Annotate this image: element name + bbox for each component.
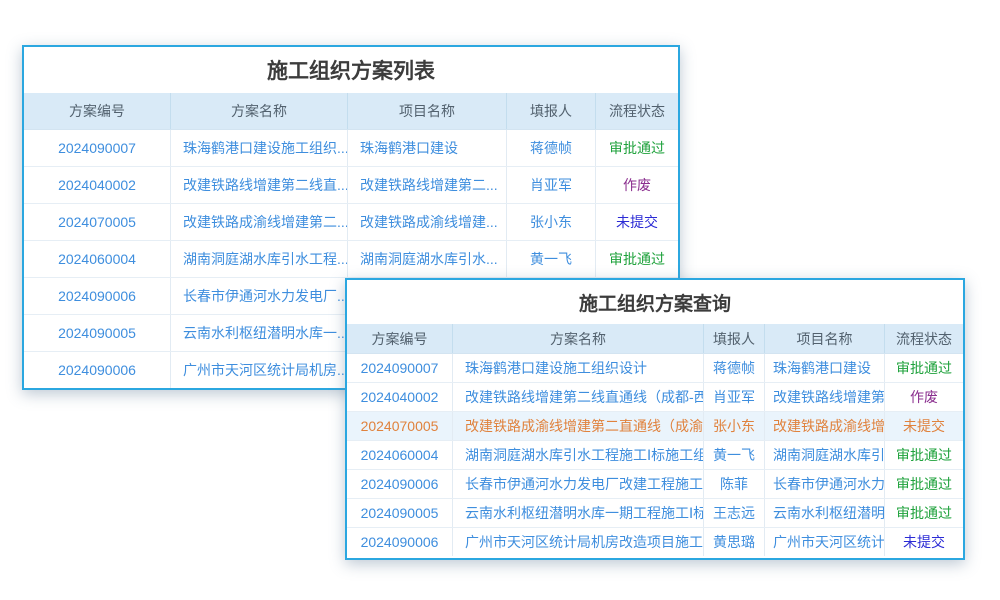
column-header-plan-name: 方案名称: [171, 93, 348, 129]
cell-name: 改建铁路线增建第二线直通线（成都-西安: [453, 383, 704, 411]
cell-id: 2024040002: [347, 383, 453, 411]
plan-list-title: 施工组织方案列表: [24, 47, 678, 93]
cell-name: 湖南洞庭湖水库引水工程施工Ⅰ标施工组织: [453, 441, 704, 469]
cell-id: 2024090007: [24, 130, 171, 166]
table-row[interactable]: 2024040002改建铁路线增建第二线直通线（成都-西安肖亚军改建铁路线增建第…: [347, 382, 963, 411]
cell-id: 2024090007: [347, 354, 453, 382]
cell-project: 广州市天河区统计局机: [765, 528, 885, 556]
cell-id: 2024090005: [24, 315, 171, 351]
cell-id: 2024090005: [347, 499, 453, 527]
cell-project: 云南水利枢纽潜明水库: [765, 499, 885, 527]
cell-status: 审批通过: [885, 470, 963, 498]
cell-person: 黄一飞: [507, 241, 596, 277]
cell-status: 审批通过: [596, 241, 678, 277]
cell-project: 改建铁路线增建第二...: [348, 167, 507, 203]
cell-name: 珠海鹤港口建设施工组织...: [171, 130, 348, 166]
cell-status: 审批通过: [885, 499, 963, 527]
cell-name: 长春市伊通河水力发电厂改建工程施工组织: [453, 470, 704, 498]
table-row[interactable]: 2024090007珠海鹤港口建设施工组织...珠海鹤港口建设蒋德帧审批通过: [24, 129, 678, 166]
column-header-status: 流程状态: [596, 93, 678, 129]
cell-status: 未提交: [885, 528, 963, 556]
table-row[interactable]: 2024090007珠海鹤港口建设施工组织设计蒋德帧珠海鹤港口建设审批通过: [347, 353, 963, 382]
cell-id: 2024070005: [347, 412, 453, 440]
plan-list-header-row: 方案编号 方案名称 项目名称 填报人 流程状态: [24, 93, 678, 129]
column-header-project-name: 项目名称: [765, 324, 885, 353]
table-row[interactable]: 2024090005云南水利枢纽潜明水库一期工程施工Ⅰ标施工王志远云南水利枢纽潜…: [347, 498, 963, 527]
cell-project: 改建铁路线增建第二线: [765, 383, 885, 411]
cell-person: 张小东: [704, 412, 765, 440]
cell-project: 湖南洞庭湖水库引水...: [348, 241, 507, 277]
cell-status: 审批通过: [885, 441, 963, 469]
cell-person: 蒋德帧: [507, 130, 596, 166]
cell-name: 改建铁路成渝线增建第二直通线（成渝枢纽: [453, 412, 704, 440]
column-header-plan-id: 方案编号: [347, 324, 453, 353]
table-row[interactable]: 2024070005改建铁路成渝线增建第二直通线（成渝枢纽张小东改建铁路成渝线增…: [347, 411, 963, 440]
table-row[interactable]: 2024040002改建铁路线增建第二线直...改建铁路线增建第二...肖亚军作…: [24, 166, 678, 203]
cell-project: 改建铁路成渝线增建第: [765, 412, 885, 440]
cell-name: 珠海鹤港口建设施工组织设计: [453, 354, 704, 382]
cell-name: 云南水利枢纽潜明水库一期工程施工Ⅰ标施工: [453, 499, 704, 527]
cell-status: 作废: [885, 383, 963, 411]
cell-status: 审批通过: [596, 130, 678, 166]
cell-name: 湖南洞庭湖水库引水工程...: [171, 241, 348, 277]
table-row[interactable]: 2024070005改建铁路成渝线增建第二...改建铁路成渝线增建...张小东未…: [24, 203, 678, 240]
column-header-reporter: 填报人: [507, 93, 596, 129]
column-header-reporter: 填报人: [704, 324, 765, 353]
cell-id: 2024070005: [24, 204, 171, 240]
cell-person: 黄思璐: [704, 528, 765, 556]
cell-id: 2024090006: [347, 528, 453, 556]
cell-person: 蒋德帧: [704, 354, 765, 382]
cell-project: 珠海鹤港口建设: [348, 130, 507, 166]
table-row[interactable]: 2024060004湖南洞庭湖水库引水工程...湖南洞庭湖水库引水...黄一飞审…: [24, 240, 678, 277]
cell-id: 2024060004: [24, 241, 171, 277]
cell-name: 改建铁路线增建第二线直...: [171, 167, 348, 203]
cell-person: 陈菲: [704, 470, 765, 498]
cell-status: 作废: [596, 167, 678, 203]
cell-person: 张小东: [507, 204, 596, 240]
cell-person: 黄一飞: [704, 441, 765, 469]
column-header-plan-id: 方案编号: [24, 93, 171, 129]
plan-query-body: 2024090007珠海鹤港口建设施工组织设计蒋德帧珠海鹤港口建设审批通过202…: [347, 353, 963, 556]
cell-id: 2024090006: [347, 470, 453, 498]
column-header-project-name: 项目名称: [348, 93, 507, 129]
cell-id: 2024060004: [347, 441, 453, 469]
cell-name: 广州市天河区统计局机房...: [171, 352, 348, 388]
plan-query-header-row: 方案编号 方案名称 填报人 项目名称 流程状态: [347, 324, 963, 353]
cell-person: 肖亚军: [507, 167, 596, 203]
cell-project: 珠海鹤港口建设: [765, 354, 885, 382]
cell-name: 广州市天河区统计局机房改造项目施工组织: [453, 528, 704, 556]
column-header-status: 流程状态: [885, 324, 963, 353]
plan-query-title: 施工组织方案查询: [347, 280, 963, 324]
plan-query-card: 施工组织方案查询 方案编号 方案名称 填报人 项目名称 流程状态 2024090…: [345, 278, 965, 560]
cell-name: 改建铁路成渝线增建第二...: [171, 204, 348, 240]
cell-project: 长春市伊通河水力发电: [765, 470, 885, 498]
cell-id: 2024040002: [24, 167, 171, 203]
cell-name: 长春市伊通河水力发电厂...: [171, 278, 348, 314]
cell-id: 2024090006: [24, 278, 171, 314]
table-row[interactable]: 2024090006广州市天河区统计局机房改造项目施工组织黄思璐广州市天河区统计…: [347, 527, 963, 556]
cell-name: 云南水利枢纽潜明水库一...: [171, 315, 348, 351]
table-row[interactable]: 2024060004湖南洞庭湖水库引水工程施工Ⅰ标施工组织黄一飞湖南洞庭湖水库引…: [347, 440, 963, 469]
column-header-plan-name: 方案名称: [453, 324, 704, 353]
cell-person: 王志远: [704, 499, 765, 527]
cell-person: 肖亚军: [704, 383, 765, 411]
cell-status: 未提交: [885, 412, 963, 440]
table-row[interactable]: 2024090006长春市伊通河水力发电厂改建工程施工组织陈菲长春市伊通河水力发…: [347, 469, 963, 498]
cell-status: 未提交: [596, 204, 678, 240]
cell-project: 改建铁路成渝线增建...: [348, 204, 507, 240]
cell-id: 2024090006: [24, 352, 171, 388]
cell-project: 湖南洞庭湖水库引水工: [765, 441, 885, 469]
cell-status: 审批通过: [885, 354, 963, 382]
